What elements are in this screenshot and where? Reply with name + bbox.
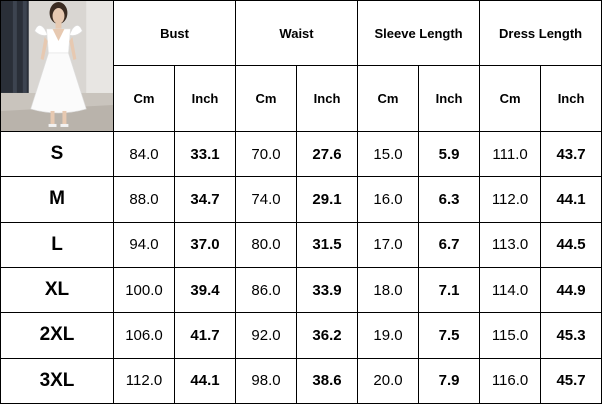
- bust-inch: 39.4: [173, 266, 237, 314]
- header-waist: Waist: [235, 0, 359, 67]
- waist-cm: 98.0: [235, 357, 298, 405]
- sleeve-cm: 17.0: [357, 221, 420, 268]
- sleeve-inch: 7.9: [418, 357, 481, 405]
- bust-cm: 106.0: [113, 312, 175, 359]
- bust-inch: 33.1: [173, 130, 237, 178]
- unit-waist-cm: Cm: [235, 65, 298, 132]
- unit-bust-cm: Cm: [113, 65, 175, 132]
- bust-inch: 34.7: [173, 176, 237, 223]
- white-dress-photo-icon: [1, 1, 113, 131]
- bust-cm: 100.0: [113, 266, 175, 314]
- header-dress-length: Dress Length: [479, 0, 602, 67]
- dress-cm: 115.0: [479, 312, 542, 359]
- waist-inch: 31.5: [296, 221, 359, 268]
- sleeve-inch: 6.3: [418, 176, 481, 223]
- dress-inch: 44.5: [540, 221, 602, 268]
- table-row: M 88.0 34.7 74.0 29.1 16.0 6.3 112.0 44.…: [0, 176, 602, 223]
- waist-cm: 80.0: [235, 221, 298, 268]
- bust-cm: 84.0: [113, 130, 175, 178]
- size-chart-table: Bust Waist Sleeve Length Dress Length Cm…: [0, 0, 602, 405]
- unit-dress-inch: Inch: [540, 65, 602, 132]
- size-label: 2XL: [0, 312, 114, 359]
- sleeve-inch: 7.1: [418, 266, 481, 314]
- waist-cm: 92.0: [235, 312, 298, 359]
- waist-cm: 86.0: [235, 266, 298, 314]
- dress-cm: 111.0: [479, 130, 542, 178]
- size-label: S: [0, 130, 114, 178]
- sleeve-inch: 7.5: [418, 312, 481, 359]
- dress-inch: 44.1: [540, 176, 602, 223]
- size-label: 3XL: [0, 357, 114, 405]
- sleeve-inch: 6.7: [418, 221, 481, 268]
- unit-bust-inch: Inch: [173, 65, 237, 132]
- unit-sleeve-inch: Inch: [418, 65, 481, 132]
- bust-inch: 41.7: [173, 312, 237, 359]
- waist-inch: 27.6: [296, 130, 359, 178]
- sleeve-inch: 5.9: [418, 130, 481, 178]
- sleeve-cm: 18.0: [357, 266, 420, 314]
- waist-inch: 33.9: [296, 266, 359, 314]
- table-row: 2XL 106.0 41.7 92.0 36.2 19.0 7.5 115.0 …: [0, 312, 602, 359]
- bust-cm: 94.0: [113, 221, 175, 268]
- dress-inch: 44.9: [540, 266, 602, 314]
- unit-sleeve-cm: Cm: [357, 65, 420, 132]
- sleeve-cm: 16.0: [357, 176, 420, 223]
- dress-cm: 116.0: [479, 357, 542, 405]
- size-label: M: [0, 176, 114, 223]
- sleeve-cm: 20.0: [357, 357, 420, 405]
- table-row: L 94.0 37.0 80.0 31.5 17.0 6.7 113.0 44.…: [0, 221, 602, 268]
- unit-waist-inch: Inch: [296, 65, 359, 132]
- table-row: XL 100.0 39.4 86.0 33.9 18.0 7.1 114.0 4…: [0, 266, 602, 314]
- bust-cm: 88.0: [113, 176, 175, 223]
- size-label: L: [0, 221, 114, 268]
- sleeve-cm: 19.0: [357, 312, 420, 359]
- sleeve-cm: 15.0: [357, 130, 420, 178]
- header-bust: Bust: [112, 0, 237, 67]
- waist-inch: 38.6: [296, 357, 359, 405]
- size-label: XL: [0, 266, 114, 314]
- dress-cm: 112.0: [479, 176, 542, 223]
- bust-cm: 112.0: [113, 357, 175, 405]
- product-photo: [0, 0, 114, 132]
- waist-inch: 29.1: [296, 176, 359, 223]
- dress-inch: 45.7: [540, 357, 602, 405]
- waist-cm: 70.0: [235, 130, 298, 178]
- dress-inch: 45.3: [540, 312, 602, 359]
- dress-cm: 114.0: [479, 266, 542, 314]
- table-row: 3XL 112.0 44.1 98.0 38.6 20.0 7.9 116.0 …: [0, 357, 602, 405]
- bust-inch: 44.1: [173, 357, 237, 405]
- table-row: S 84.0 33.1 70.0 27.6 15.0 5.9 111.0 43.…: [0, 130, 602, 178]
- waist-cm: 74.0: [235, 176, 298, 223]
- header-sleeve-length: Sleeve Length: [357, 0, 481, 67]
- bust-inch: 37.0: [173, 221, 237, 268]
- dress-cm: 113.0: [479, 221, 542, 268]
- dress-inch: 43.7: [540, 130, 602, 178]
- waist-inch: 36.2: [296, 312, 359, 359]
- unit-dress-cm: Cm: [479, 65, 542, 132]
